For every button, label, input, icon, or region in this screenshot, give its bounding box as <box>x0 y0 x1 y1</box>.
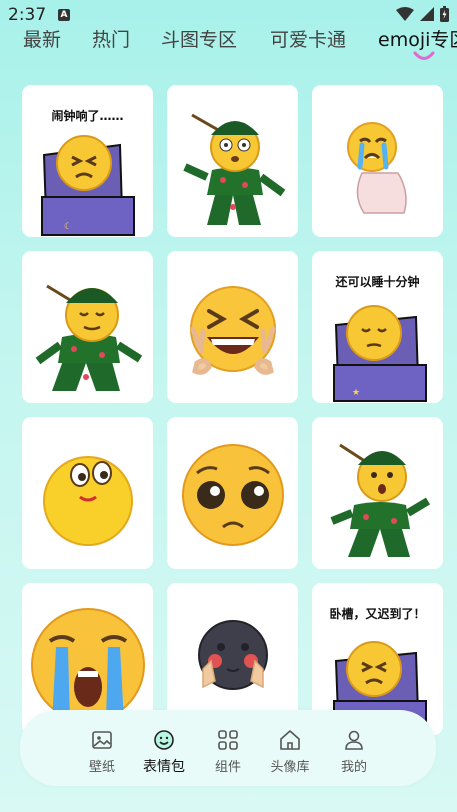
nav-item-mine[interactable]: 我的 <box>324 728 384 775</box>
tab-meme-battle[interactable]: 斗图专区 <box>161 28 237 52</box>
tab-cute-cartoon[interactable]: 可爱卡通 <box>270 28 346 52</box>
nav-item-avatars[interactable]: 头像库 <box>260 728 320 775</box>
battery-icon <box>440 6 449 22</box>
signal-icon <box>420 7 434 21</box>
widgets-icon <box>218 730 238 750</box>
sticker-card[interactable] <box>312 85 443 237</box>
sticker-card[interactable] <box>22 251 153 403</box>
sticker-card[interactable] <box>167 251 298 403</box>
nav-item-widgets[interactable]: 组件 <box>198 728 258 775</box>
sticker-card[interactable] <box>22 417 153 569</box>
tab-latest[interactable]: 最新 <box>23 28 61 52</box>
nav-label: 我的 <box>340 760 367 775</box>
sticker-card[interactable]: 闹钟响了…… ☾ <box>22 85 153 237</box>
bottom-nav: 壁纸 表情包 组件 头像库 我的 <box>20 710 436 786</box>
surprised-dancer-sticker <box>330 443 431 557</box>
image-icon <box>92 731 112 749</box>
wifi-icon <box>396 7 414 21</box>
svg-text:☾: ☾ <box>64 222 72 232</box>
nav-label: 表情包 <box>143 759 185 775</box>
person-icon <box>345 730 363 750</box>
emoji-icon <box>154 730 174 750</box>
category-tabs: 最新 热门 斗图专区 可爱卡通 emoji专区 <box>0 28 457 70</box>
sticker-card[interactable] <box>167 85 298 237</box>
sticker-caption: 卧槽，又迟到了！ <box>329 607 426 621</box>
pleading-emoji-sticker <box>182 444 284 546</box>
status-bar: 2:37 A <box>0 0 457 28</box>
tab-popular[interactable]: 热门 <box>92 28 130 52</box>
sticker-caption: 闹钟响了…… <box>51 109 124 123</box>
sticker-card[interactable] <box>312 417 443 569</box>
app-notification-icon: A <box>58 9 70 21</box>
sticker-card[interactable] <box>167 417 298 569</box>
nav-label: 头像库 <box>270 760 310 775</box>
shocked-dancer-sticker <box>183 113 286 225</box>
nav-label: 组件 <box>214 760 241 775</box>
laughing-peace-emoji-sticker <box>190 286 276 375</box>
tab-emoji[interactable]: emoji专区 <box>378 28 457 52</box>
nav-label: 壁纸 <box>88 760 115 775</box>
calm-dancer-sticker <box>35 284 143 391</box>
svg-text:★: ★ <box>352 388 360 398</box>
sticker-caption: 还可以睡十分钟 <box>335 275 420 289</box>
status-icons <box>396 6 449 22</box>
crying-sitting-sticker <box>347 122 407 214</box>
home-icon <box>280 730 300 750</box>
nav-item-stickers[interactable]: 表情包 <box>134 728 194 776</box>
sticker-card[interactable]: 还可以睡十分钟 ★ <box>312 251 443 403</box>
active-tab-indicator <box>413 51 435 60</box>
nav-item-wallpaper[interactable]: 壁纸 <box>72 728 132 775</box>
status-time: 2:37 <box>8 5 47 25</box>
smiling-eyes-emoji-sticker <box>43 456 133 546</box>
